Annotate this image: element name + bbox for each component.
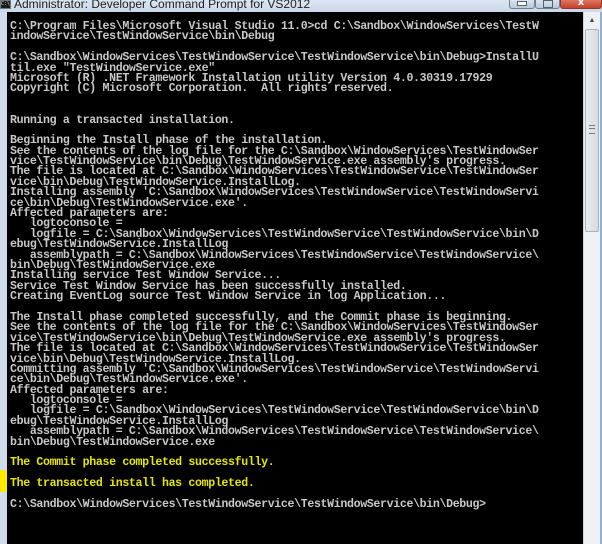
maximize-icon (542, 0, 553, 8)
minimize-button[interactable] (509, 0, 535, 9)
console-line: The Commit phase completed successfully. (10, 456, 275, 470)
vertical-scrollbar[interactable]: ▲ (583, 12, 600, 544)
maximize-button[interactable] (535, 0, 560, 9)
console-line: indowService\TestWindowService\bin\Debug (10, 30, 275, 44)
console-lines: C:\Program Files\Microsoft Visual Studio… (10, 20, 539, 511)
console-line: Copyright (C) Microsoft Corporation. All… (10, 82, 394, 96)
console-line: bin\Debug\TestWindowService.exe (10, 435, 215, 449)
scrollbar-thumb[interactable] (585, 29, 599, 232)
console-line: Creating EventLog source Test Window Ser… (10, 290, 447, 304)
text-highlight-marker (0, 470, 7, 492)
title-bar[interactable]: C:\ Administrator: Developer Command Pro… (0, 0, 602, 12)
grip-icon (589, 125, 595, 134)
scroll-up-icon: ▲ (588, 16, 596, 24)
cmd-icon[interactable]: C:\ (0, 0, 11, 9)
console-line: Running a transacted installation. (10, 113, 235, 127)
close-button[interactable]: x (560, 0, 602, 9)
console-line: C:\Sandbox\WindowServices\TestWindowServ… (10, 497, 486, 511)
console-line: The transacted install has completed. (10, 477, 255, 491)
window-title: Administrator: Developer Command Prompt … (14, 0, 311, 11)
minimize-icon (517, 1, 527, 6)
scroll-up-button[interactable]: ▲ (584, 12, 600, 28)
console-output[interactable]: C:\Program Files\Microsoft Visual Studio… (7, 12, 583, 544)
command-prompt-window: C:\ Administrator: Developer Command Pro… (0, 0, 602, 544)
close-icon: x (577, 0, 585, 8)
